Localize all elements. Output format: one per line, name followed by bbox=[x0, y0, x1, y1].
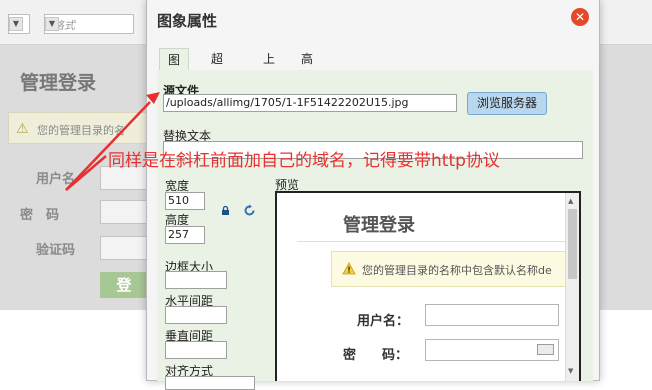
preview-divider bbox=[297, 241, 567, 242]
bg-password-label: 密 码 bbox=[20, 208, 60, 223]
height-input[interactable]: 257 bbox=[165, 226, 205, 244]
close-icon: ✕ bbox=[574, 10, 586, 24]
preview-username-input bbox=[425, 304, 559, 326]
bg-password-input bbox=[100, 200, 150, 224]
keyboard-icon bbox=[537, 344, 554, 355]
vspace-input[interactable] bbox=[165, 341, 227, 359]
preview-password-label: 密 码： bbox=[343, 348, 409, 363]
warning-icon bbox=[342, 262, 356, 275]
preview-scrollbar[interactable]: ▲ ▼ bbox=[565, 193, 579, 381]
preview-page-title: 管理登录 bbox=[343, 215, 415, 236]
bg-warning-text: 您的管理目录的名 bbox=[37, 124, 125, 137]
preview-warning-text: 您的管理目录的名称中包含默认名称de bbox=[362, 264, 552, 277]
tab-upload[interactable]: 上传 bbox=[255, 48, 283, 88]
tab-hyperlink[interactable]: 超链接 bbox=[203, 48, 231, 110]
border-size-input[interactable] bbox=[165, 271, 227, 289]
chevron-down-icon: ▼ bbox=[9, 17, 23, 31]
warning-icon: ⚠ bbox=[16, 121, 29, 137]
scroll-up-icon[interactable]: ▲ bbox=[568, 197, 573, 205]
image-properties-dialog: 图象属性 ✕ 图象 超链接 上传 高级 源文件 /uploads/allimg/… bbox=[146, 0, 600, 390]
hspace-input[interactable] bbox=[165, 306, 227, 324]
dialog-title: 图象属性 bbox=[157, 12, 218, 30]
bg-captcha-label: 验证码 bbox=[36, 243, 76, 258]
scroll-thumb[interactable] bbox=[568, 209, 577, 279]
tab-image[interactable]: 图象 bbox=[159, 48, 190, 89]
preview-password-input bbox=[425, 339, 559, 361]
close-button[interactable]: ✕ bbox=[571, 8, 589, 26]
annotation-text: 同样是在斜杠前面加自己的域名，记得要带http协议 bbox=[108, 151, 500, 171]
format-select-label: 格式 bbox=[53, 19, 75, 32]
align-select[interactable] bbox=[165, 376, 255, 390]
preview-username-label: 用户名： bbox=[357, 314, 410, 329]
image-preview: 管理登录 您的管理目录的名称中包含默认名称de 用户名： 密 码： ▲ ▼ bbox=[275, 191, 581, 381]
scroll-down-icon[interactable]: ▼ bbox=[568, 367, 573, 375]
tab-advanced[interactable]: 高级 bbox=[293, 48, 321, 88]
bg-captcha-input bbox=[100, 236, 150, 260]
source-url-input[interactable]: /uploads/allimg/1705/1-1F51422202U15.jpg bbox=[163, 94, 457, 112]
bg-warning-banner: ⚠ 您的管理目录的名 bbox=[8, 112, 150, 144]
lock-icon[interactable] bbox=[221, 206, 230, 215]
reset-size-icon[interactable] bbox=[243, 204, 256, 217]
format-select[interactable]: 格式 ▼ bbox=[44, 14, 134, 34]
bg-username-label: 用户名 bbox=[36, 172, 76, 187]
bg-login-button: 登 bbox=[100, 272, 148, 298]
width-input[interactable]: 510 bbox=[165, 192, 205, 210]
bg-page-title: 管理登录 bbox=[20, 72, 97, 94]
browse-server-button[interactable]: 浏览服务器 bbox=[467, 92, 547, 115]
toolbar-select-left[interactable]: ▼ bbox=[8, 14, 30, 34]
preview-warning-banner: 您的管理目录的名称中包含默认名称de bbox=[331, 251, 569, 287]
